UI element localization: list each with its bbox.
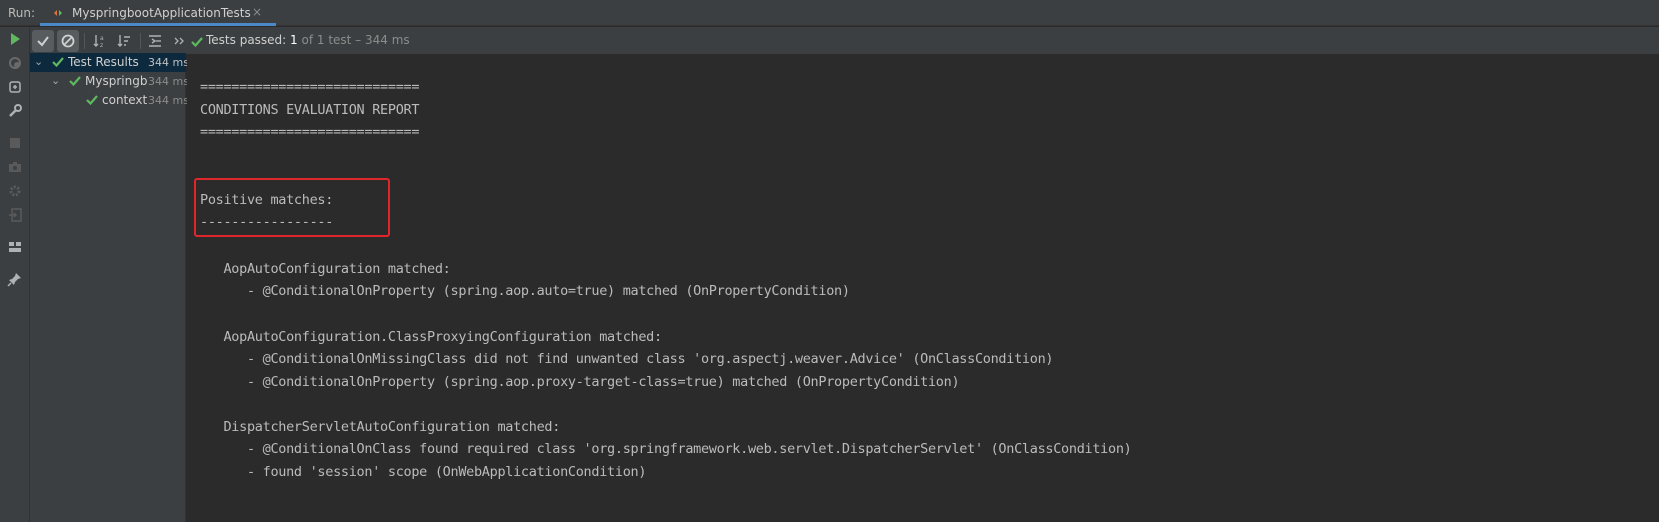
- annotation-highlight-box: [194, 178, 390, 237]
- settings-icon[interactable]: [5, 181, 25, 201]
- run-tool-window-header: Run: MyspringbootApplicationTests ×: [0, 0, 1659, 26]
- test-runner-toolbar: az Tests passed: 1 of 1 test – 344 ms: [30, 27, 1659, 55]
- sort-duration-icon[interactable]: [113, 30, 135, 52]
- console-line: DispatcherServletAutoConfiguration match…: [200, 419, 561, 435]
- tree-item-test-class[interactable]: ⌄ Myspringb 344 ms: [30, 72, 189, 91]
- camera-icon[interactable]: [5, 157, 25, 177]
- tree-item-test-method[interactable]: contextl 344 ms: [30, 91, 189, 110]
- console-line: - @ConditionalOnClass found required cla…: [200, 441, 1132, 457]
- console-line: AopAutoConfiguration matched:: [200, 261, 451, 277]
- tree-item-label: contextl: [102, 93, 148, 107]
- toolbar-separator: [140, 33, 141, 49]
- console-line: - found 'session' scope (OnWebApplicatio…: [200, 464, 647, 480]
- run-config-icon: [52, 7, 64, 19]
- status-summary: of 1 test – 344 ms: [297, 33, 410, 47]
- chevron-down-icon[interactable]: ⌄: [34, 55, 43, 68]
- svg-text:z: z: [100, 42, 103, 49]
- console-output[interactable]: ============================ CONDITIONS …: [187, 55, 1659, 522]
- check-icon: [51, 55, 65, 69]
- tree-item-test-results[interactable]: ⌄ Test Results 344 ms: [30, 53, 189, 72]
- show-passed-icon[interactable]: [32, 30, 54, 52]
- console-line: - @ConditionalOnProperty (spring.aop.aut…: [200, 283, 850, 299]
- check-icon: [85, 93, 99, 107]
- tab-title: MyspringbootApplicationTests: [72, 6, 251, 20]
- console-line: AopAutoConfiguration.ClassProxyingConfig…: [200, 329, 662, 345]
- console-text-area[interactable]: ============================ CONDITIONS …: [194, 55, 1640, 522]
- tree-item-label: Myspringb: [85, 74, 147, 88]
- exit-icon[interactable]: [5, 205, 25, 225]
- console-line: - @ConditionalOnProperty (spring.aop.pro…: [200, 374, 960, 390]
- status-count: 1: [290, 33, 298, 47]
- tree-item-duration: 344 ms: [148, 75, 189, 88]
- toggle-auto-test-icon[interactable]: [5, 77, 25, 97]
- sort-alpha-icon[interactable]: az: [89, 30, 111, 52]
- chevron-down-icon[interactable]: ⌄: [51, 74, 60, 87]
- wrench-icon[interactable]: [5, 101, 25, 121]
- close-icon[interactable]: ×: [252, 5, 262, 19]
- active-tab-indicator: [40, 23, 276, 26]
- tree-item-duration: 344 ms: [148, 94, 189, 107]
- console-line: - @ConditionalOnMissingClass did not fin…: [200, 351, 1054, 367]
- tab-myspringboot-application-tests[interactable]: MyspringbootApplicationTests ×: [40, 0, 276, 26]
- pin-icon[interactable]: [5, 269, 25, 289]
- collapse-icon[interactable]: [144, 30, 166, 52]
- console-line: CONDITIONS EVALUATION REPORT: [200, 102, 420, 118]
- play-icon[interactable]: [5, 29, 25, 49]
- check-icon: [190, 35, 204, 49]
- tree-item-duration: 344 ms: [148, 56, 189, 69]
- console-line: ============================: [200, 79, 420, 95]
- more-icon[interactable]: [168, 30, 190, 52]
- test-results-tree: ⌄ Test Results 344 ms ⌄ Myspringb 344 ms…: [30, 53, 189, 522]
- toolbar-separator: [84, 33, 85, 49]
- layout-icon[interactable]: [5, 237, 25, 257]
- svg-text:a: a: [100, 35, 104, 42]
- show-ignored-icon[interactable]: [57, 30, 79, 52]
- test-status: Tests passed: 1 of 1 test – 344 ms: [206, 33, 410, 47]
- status-label: Tests passed:: [206, 33, 291, 47]
- left-toolbar: [0, 27, 30, 522]
- stop-icon[interactable]: [5, 133, 25, 153]
- run-label: Run:: [8, 6, 36, 20]
- rerun-failed-icon[interactable]: [5, 53, 25, 73]
- check-icon: [68, 74, 82, 88]
- console-line: ============================: [200, 124, 420, 140]
- tree-item-label: Test Results: [68, 55, 139, 69]
